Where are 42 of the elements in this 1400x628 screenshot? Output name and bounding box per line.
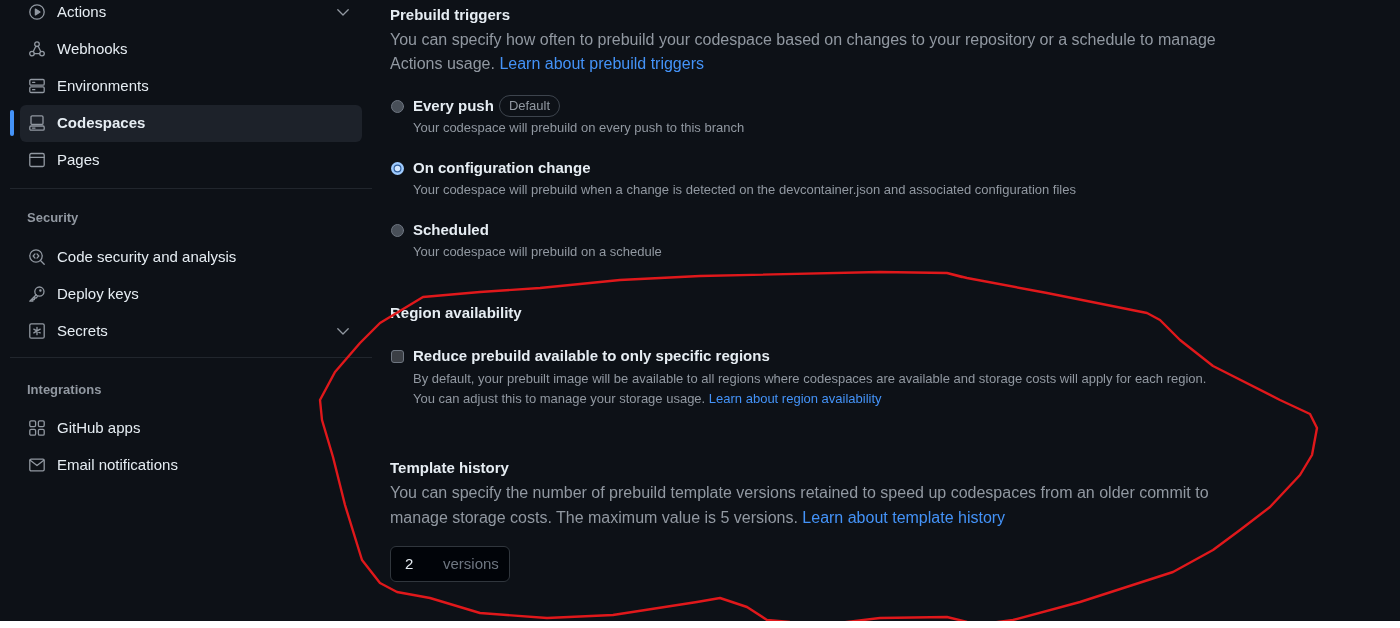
section-description: You can specify the number of prebuild template versions retained to speed up codespaces from an older commit to manage storage costs. The maximum value is 5 versions. Learn about template history (390, 483, 1210, 528)
sidebar-item[interactable]: Webhooks (20, 30, 362, 68)
asterisk-box-icon (29, 323, 45, 339)
option-label[interactable]: Every push (413, 94, 494, 118)
computer-icon (29, 115, 45, 131)
checkbox-label[interactable]: Reduce prebuild available to only specific regions (413, 344, 770, 368)
sidebar-item[interactable]: Deploy keys (20, 275, 362, 313)
radio-button[interactable] (391, 223, 404, 237)
section-heading: Security (27, 208, 79, 227)
option-description: Your codespace will prebuild when a change is detected on the devcontainer.json and associated configuration files (413, 181, 1076, 199)
option-label[interactable]: Scheduled (413, 218, 489, 242)
option-description: Your codespace will prebuild on every push to this branch (413, 119, 745, 137)
section-title: Prebuild triggers (390, 5, 511, 25)
radio-button[interactable] (391, 99, 404, 113)
sidebar-item[interactable]: Code security and analysis (20, 238, 362, 276)
sidebar-item[interactable]: Secrets (20, 312, 362, 350)
browser-window-icon (29, 152, 45, 168)
sidebar-item[interactable]: Pages (20, 141, 362, 179)
section-heading: Integrations (27, 380, 102, 399)
code-search-icon (29, 249, 45, 265)
play-icon (29, 4, 45, 20)
grid-icon (29, 420, 45, 436)
section-description: You can specify how often to prebuild your codespace based on changes to your repository or a schedule to manage Actions usage. Learn about prebuild triggers (390, 30, 1217, 74)
checkbox-description: By default, your prebuilt image will be available to all regions where codespaces are available and storage costs will apply for each region. You can adjust this to manage your storage usage. Learn about region availability (413, 370, 1207, 408)
versions-input[interactable]: 2 versions (390, 546, 510, 582)
mail-icon (29, 457, 45, 473)
sidebar-item[interactable]: Codespaces (20, 104, 362, 142)
sidebar-item[interactable]: GitHub apps (20, 409, 362, 447)
radio-button[interactable] (391, 161, 404, 175)
option-label[interactable]: On configuration change (413, 156, 591, 180)
learn-more-link[interactable]: Learn about region availability (708, 391, 882, 406)
section-title: Template history (390, 458, 509, 478)
option-description: Your codespace will prebuild on a schedule (413, 243, 662, 261)
sidebar-item[interactable]: Actions (20, 0, 362, 31)
checkbox[interactable] (391, 349, 404, 363)
server-icon (29, 78, 45, 94)
learn-more-link[interactable]: Learn about prebuild triggers (499, 55, 704, 72)
learn-more-link[interactable]: Learn about template history (802, 509, 1006, 526)
key-icon (29, 286, 45, 302)
sidebar-item[interactable]: Environments (20, 67, 362, 105)
webhook-icon (29, 41, 45, 57)
sidebar-item[interactable]: Email notifications (20, 446, 362, 484)
